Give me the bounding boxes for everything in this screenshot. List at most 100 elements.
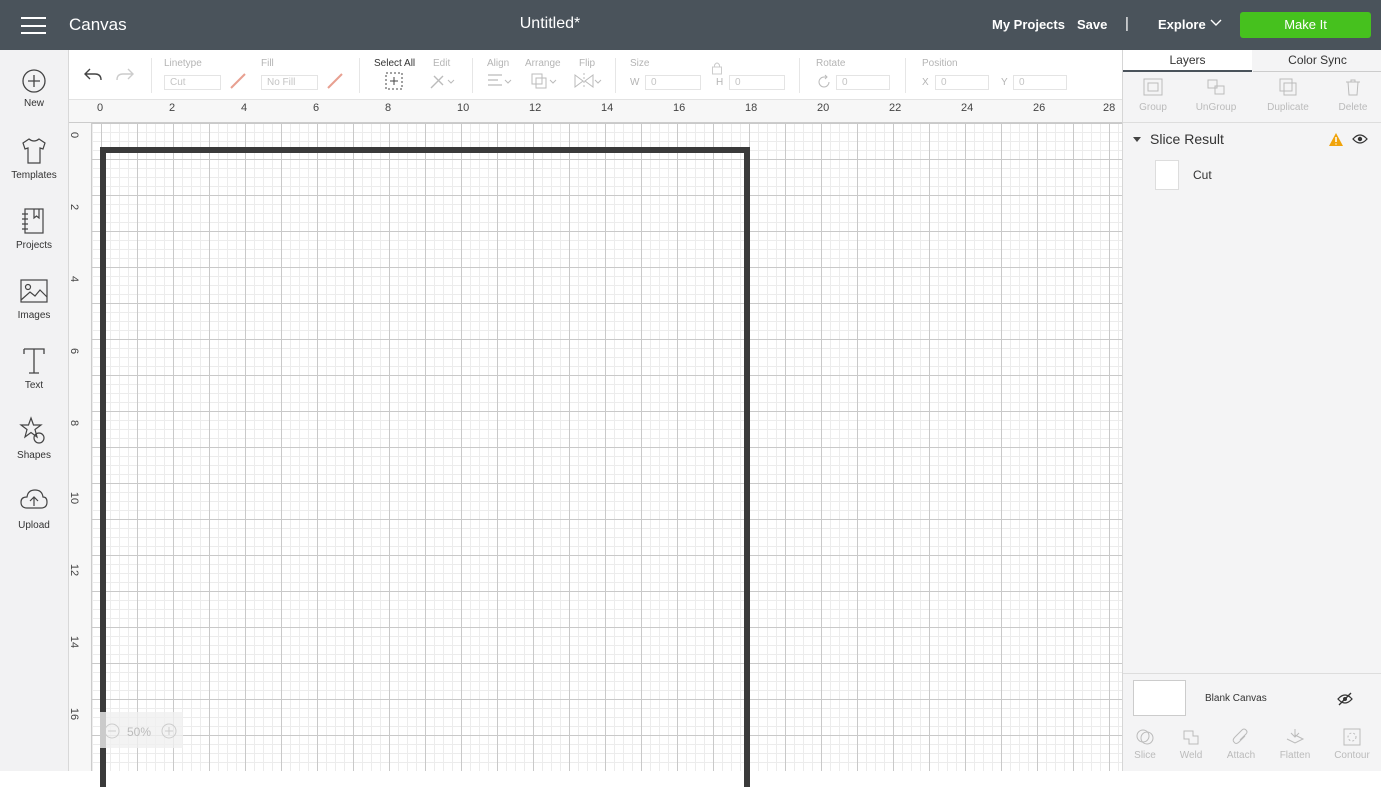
flatten-button[interactable]: Flatten <box>1270 728 1320 761</box>
fill-label: Fill <box>261 58 274 69</box>
linetype-label: Linetype <box>164 58 202 69</box>
group-button[interactable]: Group <box>1123 78 1183 113</box>
ruler-tick-label: 16 <box>69 707 81 721</box>
sidebar-item-images[interactable]: Images <box>0 276 68 321</box>
position-label: Position <box>922 58 958 69</box>
sidebar-item-upload[interactable]: Upload <box>0 486 68 531</box>
warning-icon[interactable] <box>1328 132 1344 147</box>
rotate-input[interactable]: 0 <box>836 75 890 90</box>
sidebar-item-label: Shapes <box>17 450 51 461</box>
ruler-tick-label: 6 <box>69 347 81 355</box>
sidebar-item-projects[interactable]: Projects <box>0 206 68 251</box>
fill-select[interactable]: No Fill <box>261 75 318 90</box>
my-projects-link[interactable]: My Projects <box>992 17 1065 32</box>
delete-button[interactable]: Delete <box>1323 78 1381 113</box>
edit-label: Edit <box>433 58 451 69</box>
flip-icon[interactable] <box>573 72 603 90</box>
redo-icon[interactable] <box>115 66 135 84</box>
blank-canvas-swatch[interactable] <box>1133 680 1186 716</box>
sidebar-item-templates[interactable]: Templates <box>0 136 68 181</box>
zoom-out-icon[interactable] <box>104 723 120 739</box>
align-icon[interactable] <box>486 72 512 90</box>
slice-icon <box>1136 729 1154 745</box>
lock-icon[interactable] <box>711 61 723 75</box>
layer-group-row[interactable]: Slice Result <box>1123 130 1381 152</box>
contour-button[interactable]: Contour <box>1327 728 1377 761</box>
edit-toolbar: Linetype Cut Fill No Fill Select All Edi… <box>69 50 1122 100</box>
explore-dropdown[interactable]: Explore <box>1158 17 1222 32</box>
paperclip-icon <box>1232 728 1248 744</box>
flatten-icon <box>1286 729 1305 744</box>
y-label: Y <box>1001 77 1008 88</box>
ruler-tick-label: 18 <box>745 102 758 114</box>
toolbar-divider <box>905 58 906 93</box>
layers-panel: Layers Color Sync Group UnGroup Duplicat… <box>1122 50 1381 771</box>
zoom-control: 50% <box>100 712 183 748</box>
toolbar-divider <box>615 58 616 93</box>
save-button[interactable]: Save <box>1077 17 1107 32</box>
toolbar-divider <box>359 58 360 93</box>
duplicate-button[interactable]: Duplicate <box>1258 78 1318 113</box>
ruler-tick-label: 10 <box>69 491 81 505</box>
blank-canvas-mat[interactable] <box>100 147 750 787</box>
ruler-tick-label: 20 <box>817 102 830 114</box>
header-separator: | <box>1125 15 1129 32</box>
select-all-label: Select All <box>374 58 416 69</box>
height-input[interactable]: 0 <box>729 75 785 90</box>
width-input[interactable]: 0 <box>645 75 701 90</box>
eye-hidden-icon[interactable] <box>1337 692 1353 706</box>
sidebar-item-text[interactable]: Text <box>0 346 68 391</box>
ruler-tick-label: 6 <box>313 102 320 114</box>
edit-icon[interactable] <box>429 72 455 90</box>
tab-layers[interactable]: Layers <box>1123 50 1252 72</box>
blank-canvas-label: Blank Canvas <box>1205 693 1267 704</box>
ungroup-icon <box>1207 79 1225 95</box>
arrange-icon[interactable] <box>530 72 558 90</box>
sidebar-item-label: New <box>23 98 44 109</box>
linetype-color-swatch-icon[interactable] <box>229 72 247 90</box>
explore-label: Explore <box>1158 17 1206 32</box>
plus-circle-icon <box>22 69 46 93</box>
rotate-label: Rotate <box>816 58 846 69</box>
projects-icon <box>22 208 44 234</box>
fill-color-swatch-icon[interactable] <box>326 72 344 90</box>
ruler-tick-label: 14 <box>601 102 614 114</box>
x-position-input[interactable]: 0 <box>935 75 989 90</box>
toolbar-divider <box>799 58 800 93</box>
ruler-tick-label: 26 <box>1033 102 1046 114</box>
ruler-tick-label: 22 <box>889 102 902 114</box>
sidebar-item-shapes[interactable]: Shapes <box>0 416 68 461</box>
tshirt-icon <box>22 138 46 164</box>
ruler-tick-label: 4 <box>69 275 81 283</box>
tab-color-sync[interactable]: Color Sync <box>1253 50 1381 72</box>
ruler-tick-label: 8 <box>69 419 81 427</box>
toolbar-divider <box>472 58 473 93</box>
slice-button[interactable]: Slice <box>1120 728 1170 761</box>
make-it-button[interactable]: Make It <box>1240 12 1371 38</box>
undo-icon[interactable] <box>83 66 103 84</box>
text-icon <box>23 348 45 374</box>
linetype-select[interactable]: Cut <box>164 75 221 90</box>
upload-icon <box>20 489 48 509</box>
trash-icon <box>1346 79 1360 96</box>
ruler-tick-label: 12 <box>69 563 81 577</box>
ruler-tick-label: 14 <box>69 635 81 649</box>
ruler-tick-label: 10 <box>457 102 470 114</box>
weld-button[interactable]: Weld <box>1166 728 1216 761</box>
layer-item[interactable]: Cut <box>1155 160 1355 190</box>
rotate-icon[interactable] <box>816 74 832 90</box>
width-label: W <box>630 77 640 88</box>
caret-down-icon[interactable] <box>1132 136 1142 144</box>
layer-group-name: Slice Result <box>1150 131 1224 147</box>
eye-icon[interactable] <box>1352 133 1368 145</box>
sidebar-item-label: Images <box>17 310 51 321</box>
select-all-icon[interactable] <box>385 72 403 90</box>
ruler-tick-label: 12 <box>529 102 542 114</box>
ruler-tick-label: 4 <box>241 102 248 114</box>
sidebar-item-new[interactable]: New <box>0 68 68 109</box>
ungroup-button[interactable]: UnGroup <box>1186 78 1246 113</box>
attach-button[interactable]: Attach <box>1216 728 1266 761</box>
layer-thumbnail <box>1155 160 1179 190</box>
zoom-in-icon[interactable] <box>161 723 177 739</box>
y-position-input[interactable]: 0 <box>1013 75 1067 90</box>
